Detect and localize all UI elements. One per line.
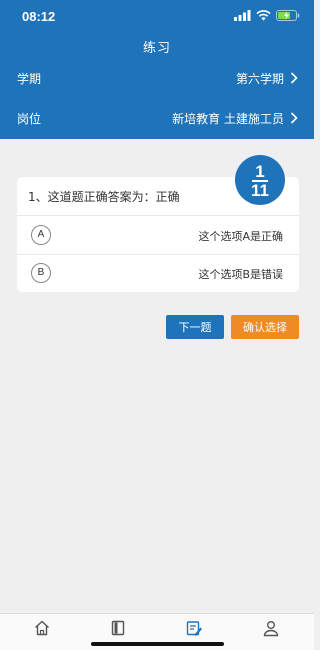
profile-icon[interactable] (262, 619, 280, 637)
question-counter-badge: 1 11 (235, 155, 285, 205)
option-a-text: 这个选项A是正确 (198, 230, 283, 243)
status-icons (234, 10, 300, 21)
term-label: 学期 (17, 71, 42, 86)
next-question-button[interactable]: 下一题 (166, 315, 224, 339)
question-text: 1、这道题正确答案为：正确 (28, 190, 180, 204)
option-b-radio[interactable]: B (31, 263, 51, 283)
chevron-right-icon (290, 112, 298, 124)
book-icon[interactable] (109, 619, 127, 637)
term-selector[interactable]: 学期 第六学期 (0, 57, 314, 99)
chevron-right-icon (290, 72, 298, 84)
post-selector[interactable]: 岗位 新培教育 土建施工员 (0, 97, 314, 139)
wifi-icon (256, 10, 271, 21)
option-b-text: 这个选项B是错误 (198, 268, 283, 281)
confirm-selection-button[interactable]: 确认选择 (231, 315, 299, 339)
practice-icon[interactable] (185, 619, 203, 637)
post-label: 岗位 (17, 111, 42, 126)
option-b[interactable]: B 这个选项B是错误 (17, 254, 299, 292)
page-title: 练习 (142, 41, 171, 56)
post-value: 新培教育 土建施工员 (172, 111, 284, 126)
status-time: 08:12 (22, 9, 56, 24)
battery-icon (276, 10, 300, 21)
home-icon[interactable] (33, 619, 51, 637)
total-question-count: 11 (251, 181, 269, 200)
status-bar: 08:12 (0, 0, 314, 32)
home-indicator (91, 642, 224, 646)
option-a[interactable]: A 这个选项A是正确 (17, 216, 299, 254)
current-question-number: 1 (255, 162, 265, 181)
option-a-radio[interactable]: A (31, 225, 51, 245)
term-value: 第六学期 (235, 71, 284, 86)
header: 08:12 练习 学期 第六学期 岗位 新培教育 土建施工员 (0, 0, 314, 139)
signal-icon (234, 10, 251, 21)
